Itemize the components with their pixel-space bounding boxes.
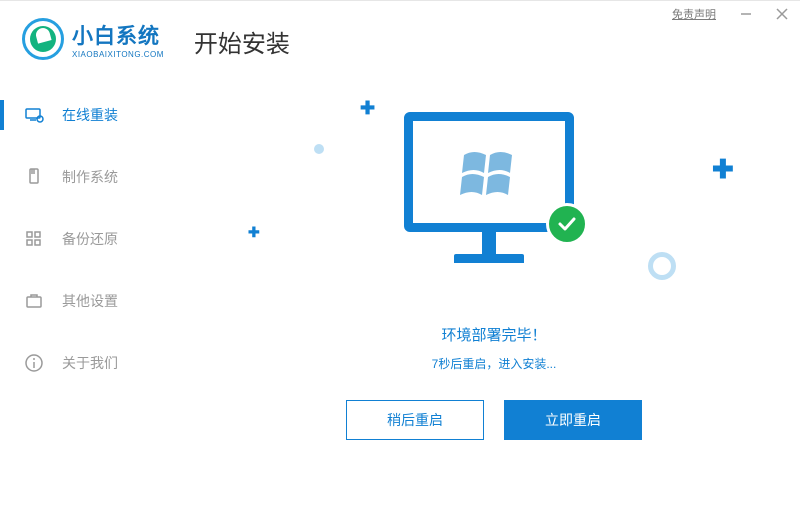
content: ✚ ✚ ✚ [188,84,800,440]
status-countdown: 7秒后重启，进入安装... [188,355,800,372]
decorative-dot-icon [314,144,324,154]
logo-icon [22,18,64,60]
nav-about-us[interactable]: 关于我们 [0,332,188,394]
reinstall-icon [24,105,44,125]
nav-label: 在线重装 [62,105,118,125]
nav-backup-restore[interactable]: 备份还原 [0,208,188,270]
body: 在线重装制作系统备份还原其他设置关于我们 ✚ ✚ ✚ [0,84,800,440]
sidebar: 在线重装制作系统备份还原其他设置关于我们 [0,84,188,440]
restart-later-button[interactable]: 稍后重启 [346,400,484,440]
button-row: 稍后重启 立即重启 [188,400,800,440]
close-button[interactable] [764,0,800,28]
nav-label: 其他设置 [62,291,118,311]
info-icon [24,353,44,373]
briefcase-icon [24,291,44,311]
app-window: 免责声明 小白系统 XIAOBAIXITONG.COM 开始安装 在线重装制作系… [0,0,800,508]
nav-make-system[interactable]: 制作系统 [0,146,188,208]
success-check-icon [546,203,588,245]
status-main: 环境部署完毕！ [188,324,800,345]
windows-logo-icon [458,145,520,199]
logo-url: XIAOBAIXITONG.COM [72,50,164,59]
page-title: 开始安装 [194,24,290,59]
nav-label: 备份还原 [62,229,118,249]
grid-icon [24,229,44,249]
usb-icon [24,167,44,187]
logo: 小白系统 XIAOBAIXITONG.COM [22,18,164,60]
restart-now-button[interactable]: 立即重启 [504,400,642,440]
disclaimer-link[interactable]: 免责声明 [672,6,716,22]
decorative-plus-icon: ✚ [248,224,260,241]
titlebar: 免责声明 [672,0,800,28]
status-text: 环境部署完毕！ 7秒后重启，进入安装... [188,324,800,372]
nav-other-settings[interactable]: 其他设置 [0,270,188,332]
monitor-graphic [404,112,574,263]
decorative-plus-icon: ✚ [360,98,375,119]
minimize-button[interactable] [728,0,764,28]
decorative-plus-icon: ✚ [712,154,734,185]
nav-label: 制作系统 [62,167,118,187]
nav-online-reinstall[interactable]: 在线重装 [0,84,188,146]
nav-label: 关于我们 [62,353,118,373]
logo-title: 小白系统 [72,20,164,50]
decorative-ring-icon [648,252,676,280]
illustration: ✚ ✚ ✚ [188,84,800,304]
